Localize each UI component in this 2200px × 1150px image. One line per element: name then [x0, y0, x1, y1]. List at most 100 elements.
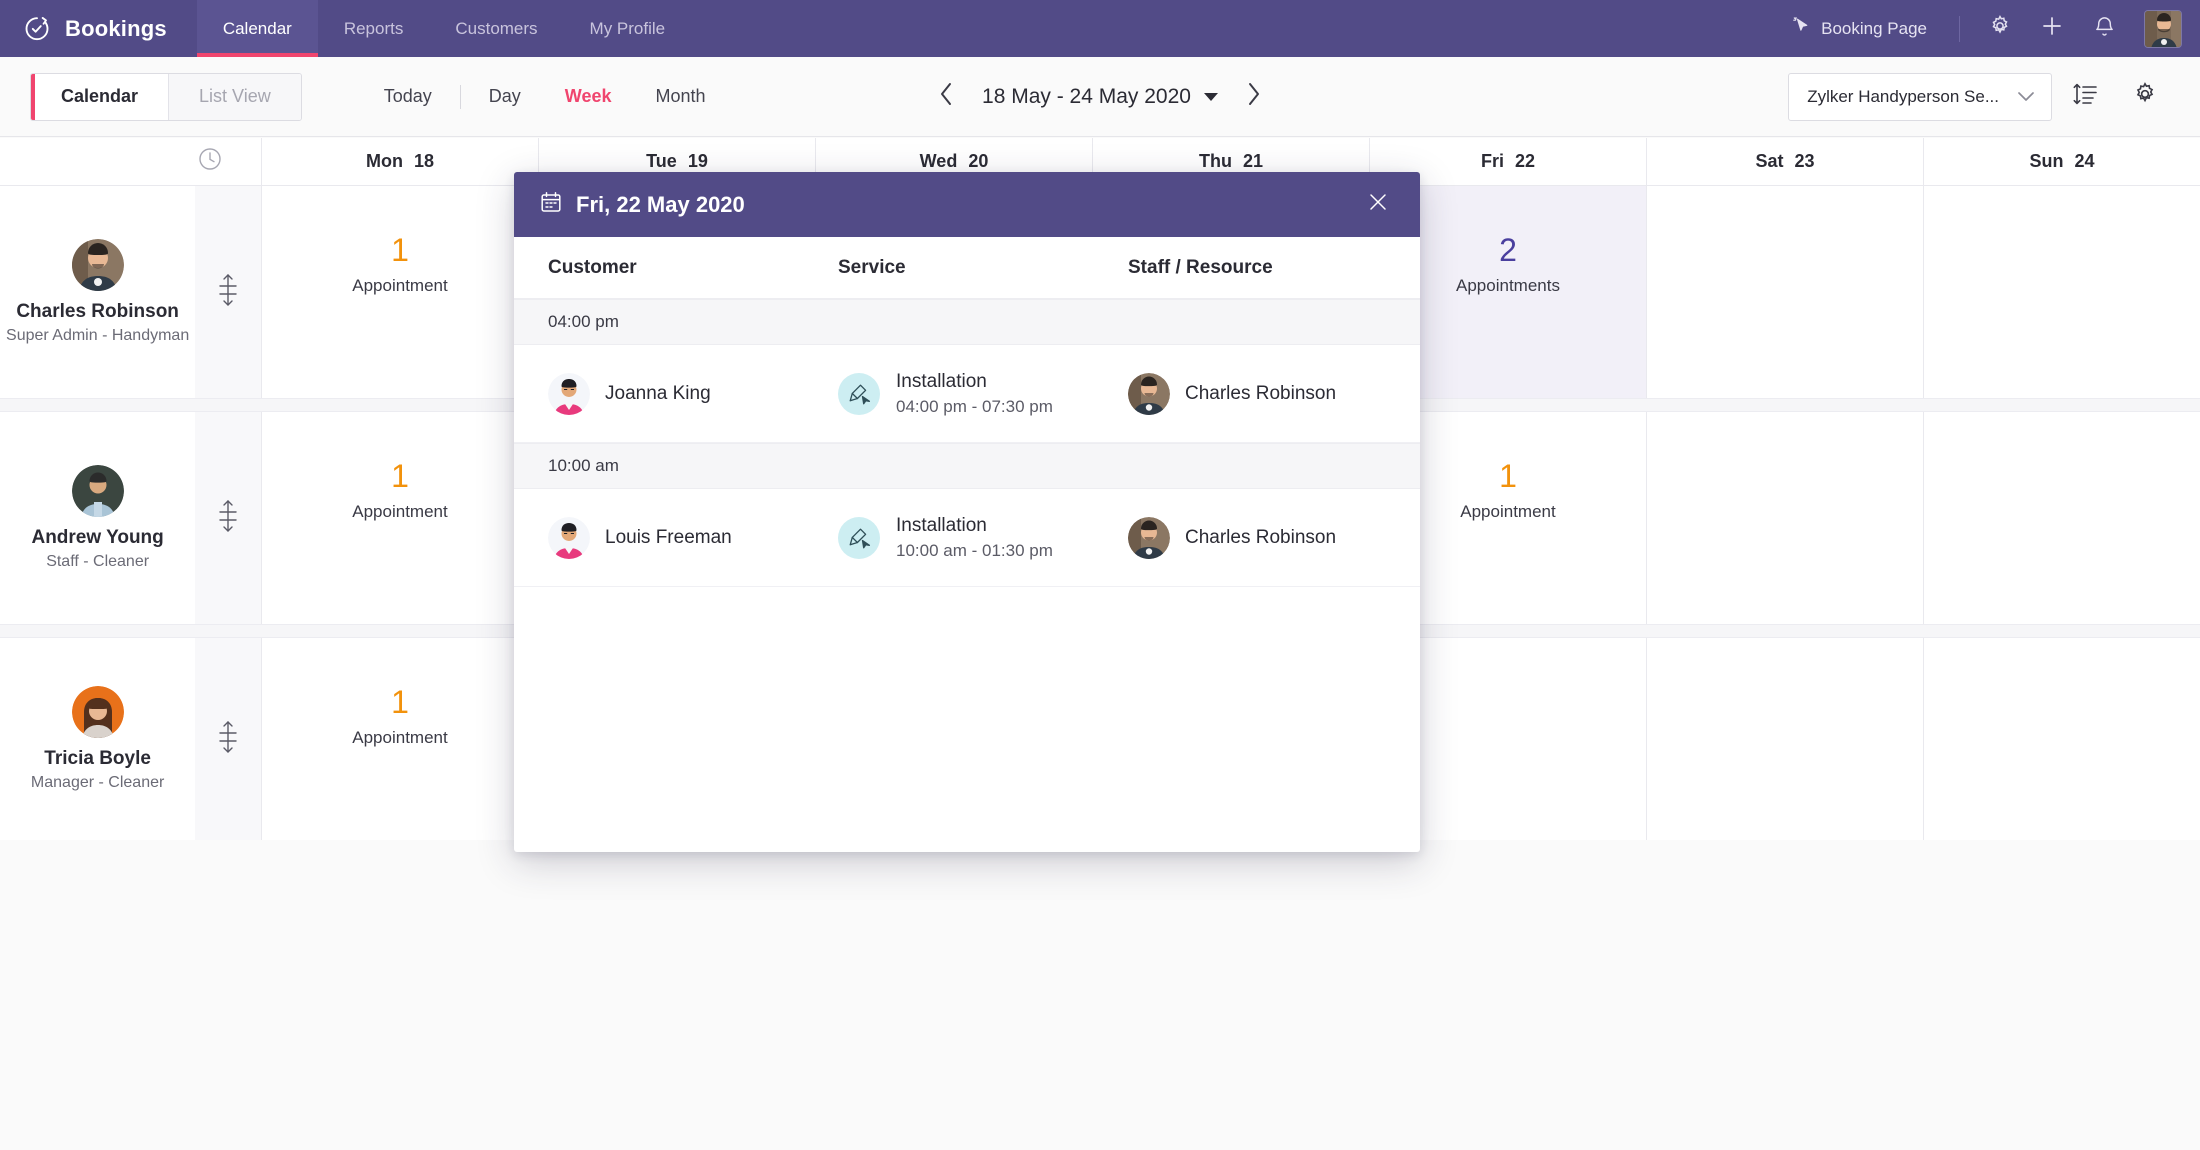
resource-select[interactable]: Zylker Handyperson Se...: [1788, 72, 2052, 121]
charles-avatar: [1128, 372, 1170, 415]
date-range-dropdown[interactable]: 18 May - 24 May 2020: [974, 85, 1226, 109]
range-button-today[interactable]: Today: [362, 86, 454, 107]
day-name: Thu: [1198, 151, 1232, 171]
nav-tab-customers[interactable]: Customers: [429, 0, 563, 57]
nav-tab-calendar[interactable]: Calendar: [196, 0, 318, 57]
calendar-cell-sun-andrew[interactable]: [1924, 412, 2200, 624]
calendar-cell-sat-charles[interactable]: [1647, 186, 1924, 398]
staff-name: Charles Robinson: [16, 301, 179, 322]
calendar-cell-sun-tricia[interactable]: [1924, 638, 2200, 840]
gear-icon: [2132, 81, 2158, 112]
date-navigation: 18 May - 24 May 2020: [850, 77, 1350, 117]
day-number: 21: [1242, 151, 1264, 171]
tricia-avatar: [71, 686, 124, 738]
day-name: Sat: [1755, 151, 1784, 171]
appointment-row[interactable]: Louis Freeman Installation 10:00 am - 01…: [514, 489, 1420, 587]
day-header-mon[interactable]: Mon 18: [262, 138, 539, 185]
appointment-row[interactable]: Joanna King Installation 04:00 pm - 07:3…: [514, 345, 1420, 443]
chevron-down-icon: [1203, 92, 1218, 101]
day-name: Tue: [646, 151, 677, 171]
installation-icon: [838, 372, 880, 415]
charles-avatar: [71, 239, 124, 291]
staff-name: Charles Robinson: [1185, 382, 1337, 404]
top-navigation-bar: Bookings Calendar Reports Customers My P…: [0, 0, 2200, 57]
resize-vertical-icon: [217, 720, 239, 759]
bell-icon: [2093, 15, 2116, 43]
close-icon: [1367, 191, 1389, 218]
staff-role: Manager - Cleaner: [30, 774, 165, 791]
installation-icon: [838, 516, 880, 559]
service-name: Installation: [896, 370, 987, 392]
calendar-cell-sat-tricia[interactable]: [1647, 638, 1924, 840]
appointment-count-label: Appointments: [1456, 276, 1560, 295]
calendar-settings-button[interactable]: [2118, 70, 2172, 124]
nav-divider: [1959, 15, 1960, 42]
clock-icon[interactable]: [197, 146, 223, 177]
appointment-count: 1: [391, 684, 409, 720]
day-name: Fri: [1480, 151, 1504, 171]
calendar-cell-mon-tricia[interactable]: 1 Appointment: [262, 638, 539, 840]
staff-role: Super Admin - Handyman: [6, 327, 190, 344]
day-name: Sun: [2029, 151, 2064, 171]
row-resize-handle[interactable]: [195, 412, 261, 624]
service-time: 04:00 pm - 07:30 pm: [896, 396, 1053, 416]
range-button-week[interactable]: Week: [543, 86, 634, 107]
staff-cell-charles-robinson[interactable]: Charles Robinson Super Admin - Handyman: [0, 186, 262, 398]
appointment-service: Installation 10:00 am - 01:30 pm: [838, 515, 1128, 561]
row-height-button[interactable]: [2058, 70, 2112, 124]
nav-tab-label: My Profile: [589, 18, 666, 38]
booking-page-button[interactable]: Booking Page: [1774, 16, 1945, 41]
staff-cell-andrew-young[interactable]: Andrew Young Staff - Cleaner: [0, 412, 262, 624]
calendar-icon: [540, 191, 562, 219]
day-number: 24: [2074, 151, 2095, 171]
column-header-staff: Staff / Resource: [1128, 256, 1273, 278]
appointment-customer: Louis Freeman: [548, 516, 838, 559]
staff-role: Staff - Cleaner: [46, 553, 150, 570]
notifications-button[interactable]: [2078, 0, 2130, 57]
settings-button[interactable]: [1974, 0, 2026, 57]
louis-avatar: [548, 516, 590, 559]
range-button-day[interactable]: Day: [467, 86, 543, 107]
appointment-count: 1: [391, 458, 409, 494]
brand-logo-area[interactable]: Bookings: [0, 0, 197, 57]
staff-name: Charles Robinson: [1185, 526, 1337, 548]
calendar-cell-mon-andrew[interactable]: 1 Appointment: [262, 412, 539, 624]
nav-tab-my-profile[interactable]: My Profile: [564, 0, 692, 57]
staff-info: Charles Robinson Super Admin - Handyman: [0, 239, 195, 345]
calendar-cell-sat-andrew[interactable]: [1647, 412, 1924, 624]
appointment-count-label: Appointment: [1460, 502, 1556, 521]
row-resize-handle[interactable]: [195, 638, 261, 840]
day-header-sun[interactable]: Sun 24: [1924, 138, 2200, 185]
appointment-staff: Charles Robinson: [1128, 372, 1386, 415]
row-height-icon: [2072, 81, 2098, 112]
day-header-sat[interactable]: Sat 23: [1647, 138, 1924, 185]
service-text: Installation 04:00 pm - 07:30 pm: [896, 371, 1053, 417]
resource-select-value: Zylker Handyperson Se...: [1807, 86, 1999, 106]
chevron-right-icon: [1245, 81, 1262, 112]
row-resize-handle[interactable]: [195, 186, 261, 398]
chevron-down-icon: [2017, 87, 2035, 107]
staff-cell-tricia-boyle[interactable]: Tricia Boyle Manager - Cleaner: [0, 638, 262, 840]
day-name: Mon: [365, 151, 403, 171]
appointment-count-label: Appointment: [352, 276, 448, 295]
next-week-button[interactable]: [1234, 77, 1274, 117]
calendar-corner-cell: [0, 138, 262, 185]
resize-vertical-icon: [217, 273, 239, 312]
day-number: 23: [1794, 151, 1815, 171]
app-root: Bookings Calendar Reports Customers My P…: [0, 0, 2200, 1150]
calendar-cell-mon-charles[interactable]: 1 Appointment: [262, 186, 539, 398]
nav-tab-reports[interactable]: Reports: [318, 0, 430, 57]
service-time: 10:00 am - 01:30 pm: [896, 540, 1053, 560]
calendar-cell-sun-charles[interactable]: [1924, 186, 2200, 398]
customer-name: Joanna King: [605, 382, 711, 404]
view-toggle-list-view[interactable]: List View: [169, 73, 301, 120]
range-button-month[interactable]: Month: [634, 86, 728, 107]
add-button[interactable]: [2026, 0, 2078, 57]
calendar-toolbar: Calendar List View Today Day Week Month …: [0, 57, 2200, 137]
avatar[interactable]: [2144, 9, 2182, 48]
column-header-service: Service: [838, 256, 906, 278]
previous-week-button[interactable]: [926, 77, 966, 117]
view-toggle-calendar[interactable]: Calendar: [31, 73, 169, 120]
brand-name: Bookings: [65, 15, 167, 41]
close-button[interactable]: [1360, 187, 1396, 223]
